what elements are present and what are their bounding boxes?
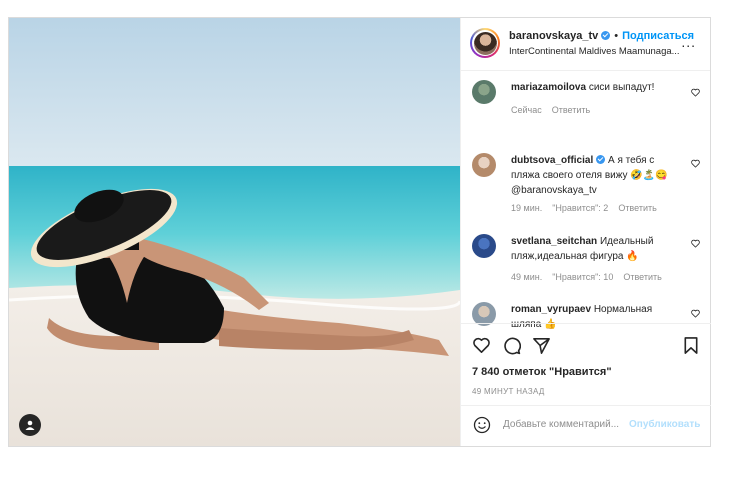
comment-username[interactable]: roman_vyrupaev	[511, 304, 591, 315]
reply-button[interactable]: Ответить	[618, 203, 656, 213]
comment-icon[interactable]	[502, 336, 521, 355]
reply-button[interactable]: Ответить	[623, 272, 661, 282]
post-photo[interactable]	[9, 18, 460, 446]
verified-icon	[601, 31, 611, 40]
beach-photo-image	[9, 18, 460, 446]
reply-button[interactable]: Ответить	[552, 105, 590, 115]
comment-time: 49 мин.	[511, 272, 543, 282]
post-header: baranovskaya_tv • Подписаться InterContine…	[461, 18, 710, 71]
comment-meta: 49 мин. "Нравится": 10 Ответить	[511, 272, 672, 282]
author-username[interactable]: baranovskaya_tv	[509, 30, 598, 42]
comment-meta: Сейчас Ответить	[511, 105, 600, 115]
comment-text: сиси выпадут!	[588, 82, 655, 93]
user-tag-icon	[25, 420, 35, 430]
add-comment-input[interactable]: Добавьте комментарий...	[503, 419, 629, 430]
heart-icon[interactable]	[691, 159, 700, 168]
post-actions: 7 840 отметок "Нравится" 49 МИНУТ НАЗАД …	[461, 323, 711, 444]
post-time[interactable]: 49 МИНУТ НАЗАД	[472, 387, 545, 396]
comment-likes[interactable]: "Нравится": 2	[552, 203, 608, 213]
header-separator: •	[614, 30, 619, 42]
share-icon[interactable]	[532, 336, 551, 355]
post-location[interactable]: InterContinental Maldives Maamunaga...	[509, 46, 680, 57]
heart-icon[interactable]	[691, 309, 700, 318]
comment-username[interactable]: mariazamoilova	[511, 82, 586, 93]
instagram-post: baranovskaya_tv • Подписаться InterContine…	[8, 17, 711, 447]
add-comment-bar: Добавьте комментарий... Опубликовать	[461, 405, 711, 444]
commenter-avatar[interactable]	[472, 153, 496, 177]
author-line: baranovskaya_tv • Подписаться	[509, 30, 694, 42]
verified-icon	[596, 155, 606, 164]
likes-count[interactable]: 7 840 отметок "Нравится"	[472, 366, 612, 378]
bookmark-icon[interactable]	[683, 336, 699, 355]
post-sidebar: baranovskaya_tv • Подписаться InterContine…	[460, 18, 711, 446]
comment-username[interactable]: svetlana_seitchan	[511, 236, 597, 247]
heart-icon[interactable]	[691, 88, 700, 97]
comment-time: Сейчас	[511, 105, 542, 115]
comment-likes[interactable]: "Нравится": 10	[552, 272, 613, 282]
like-heart-icon[interactable]	[472, 336, 491, 355]
comment-time: 19 мин.	[511, 203, 543, 213]
emoji-icon[interactable]	[473, 416, 491, 434]
commenter-avatar[interactable]	[472, 234, 496, 258]
commenter-avatar[interactable]	[472, 80, 496, 104]
author-avatar[interactable]	[470, 28, 500, 58]
more-icon[interactable]: ...	[681, 35, 696, 49]
publish-button[interactable]: Опубликовать	[629, 419, 700, 430]
heart-icon[interactable]	[691, 239, 700, 248]
user-tag-button[interactable]	[19, 414, 41, 436]
comment-username[interactable]: dubtsova_official	[511, 155, 593, 166]
comment-meta: 19 мин. "Нравится": 2 Ответить	[511, 203, 667, 213]
comments-list: mariazamoilova сиси выпадут! Сейчас Ответ…	[461, 70, 711, 330]
